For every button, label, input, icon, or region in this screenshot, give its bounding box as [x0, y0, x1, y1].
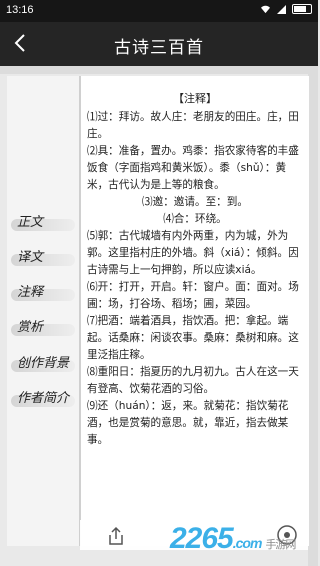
menu-item-translation[interactable]: 译文 — [11, 246, 77, 272]
menu-item-author[interactable]: 作者简介 — [11, 387, 77, 413]
menu-item-notes[interactable]: 注释 — [11, 281, 77, 307]
note-item: ⑸郭：古代城墙有内外两重，内为城，外为郭。这里指村庄的外墙。斜（xiá）：倾斜。… — [87, 230, 299, 276]
share-icon[interactable] — [106, 526, 126, 546]
watermark-brand: 2265 — [170, 522, 234, 555]
frame-top-border — [0, 66, 318, 74]
status-time: 13:16 — [6, 4, 34, 16]
watermark-suffix: .com — [232, 535, 263, 551]
site-watermark: 2265.com 手游网 — [170, 522, 314, 562]
notes-header: 【注释】 — [173, 92, 217, 105]
note-item: ⑺把酒：端着酒具，指饮酒。把：拿起。端起。话桑麻：闲谈农事。桑麻：桑树和麻。这里… — [87, 315, 299, 361]
note-item: ⑹开：打开，开启。轩：窗户。面：面对。场圃：场，打谷场、稻场；圃，菜园。 — [87, 281, 299, 310]
note-item: ⑵具：准备，置办。鸡黍：指农家待客的丰盛饭食（字面指鸡和黄米饭）。黍（shǔ）：… — [87, 145, 299, 191]
note-item: ⑻重阳日：指夏历的九月初九。古人在这一天有登高、饮菊花酒的习俗。 — [87, 366, 299, 395]
wifi-icon — [261, 5, 270, 13]
watermark-site: 手游网 — [265, 539, 296, 551]
battery-icon — [292, 4, 312, 14]
note-item: ⑴过：拜访。故人庄：老朋友的田庄。庄，田庄。 — [87, 111, 299, 140]
menu-item-background[interactable]: 创作背景 — [11, 352, 77, 378]
page-title: 古诗三百首 — [114, 38, 204, 58]
menu-item-text[interactable]: 正文 — [11, 211, 77, 237]
note-item: ⑶邀：邀请。至：到。 — [142, 196, 248, 208]
notes-content[interactable]: 【注释】 ⑴过：拜访。故人庄：老朋友的田庄。庄，田庄。 ⑵具：准备，置办。鸡黍：… — [80, 76, 309, 546]
signal-icon — [277, 4, 286, 14]
menu-item-appreciation[interactable]: 赏析 — [11, 316, 77, 342]
note-item: ⑼还（huán）：返，来。就菊花：指饮菊花酒，也是赏菊的意思。就，靠近，指去做某… — [87, 400, 289, 446]
section-menu: 正文 译文 注释 赏析 创作背景 作者简介 — [7, 76, 80, 546]
status-bar: 13:16 — [0, 0, 318, 22]
frame-right-border — [308, 66, 318, 566]
note-item: ⑷合：环绕。 — [163, 213, 227, 225]
app-bar: 古诗三百首 — [0, 22, 318, 66]
status-icons — [260, 4, 312, 14]
